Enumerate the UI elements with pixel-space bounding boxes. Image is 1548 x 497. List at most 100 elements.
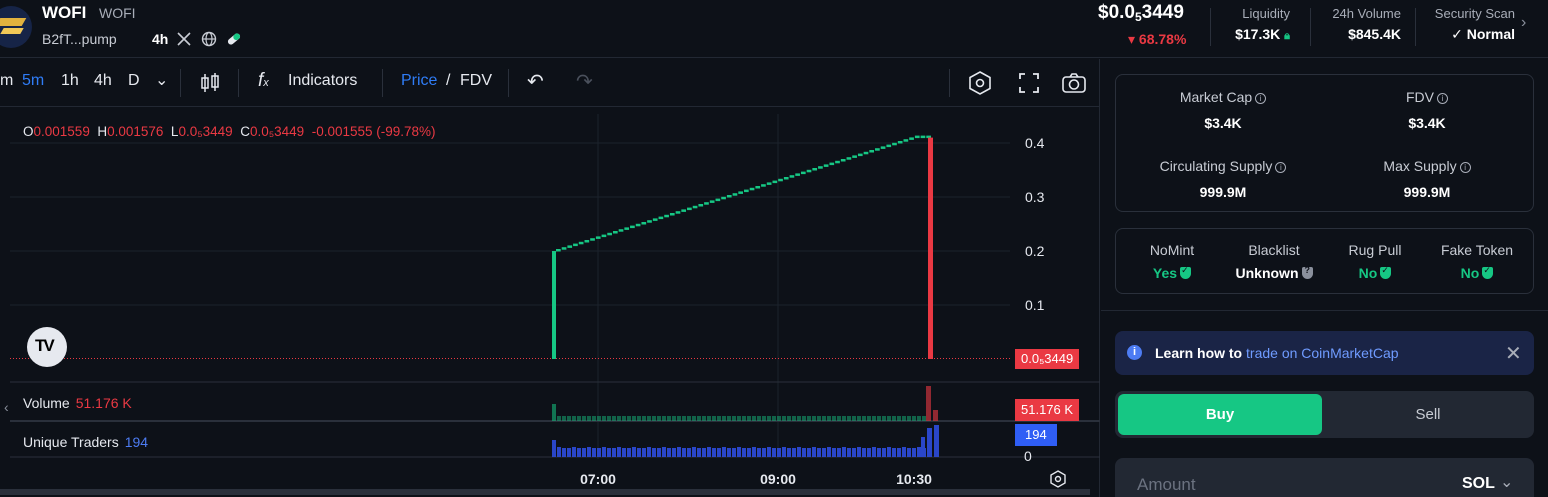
info-icon[interactable]: i bbox=[1459, 162, 1471, 173]
token-address[interactable]: B2fT...pump bbox=[42, 31, 117, 47]
candle-bar bbox=[897, 141, 903, 144]
chevron-down-icon[interactable]: ⌄ bbox=[1500, 472, 1513, 492]
website-globe-icon[interactable] bbox=[201, 31, 217, 47]
traders-bar bbox=[812, 447, 816, 457]
candle-bar bbox=[607, 232, 612, 236]
learn-link[interactable]: trade on CoinMarketCap bbox=[1246, 345, 1399, 361]
volume-bar bbox=[552, 404, 556, 421]
amount-field[interactable]: Amount SOL ⌄ bbox=[1115, 458, 1534, 497]
info-icon[interactable]: i bbox=[1255, 93, 1267, 104]
amount-placeholder: Amount bbox=[1137, 475, 1196, 494]
candle-bar bbox=[928, 137, 933, 359]
close-icon[interactable]: ✕ bbox=[1505, 341, 1522, 366]
candle-bar bbox=[857, 153, 863, 157]
traders-bar bbox=[762, 448, 766, 457]
traders-bar bbox=[872, 447, 876, 457]
volume-bar bbox=[926, 386, 931, 421]
candle-bar bbox=[761, 184, 766, 187]
volume-bar bbox=[772, 416, 776, 421]
price-change: ▾ 68.78% bbox=[1128, 31, 1187, 47]
camera-icon[interactable] bbox=[1060, 69, 1088, 97]
trade-tabs: Buy Sell bbox=[1115, 391, 1534, 438]
interval-4h[interactable]: 4h bbox=[94, 72, 112, 90]
rug-pull-label: Rug Pull bbox=[1348, 242, 1402, 258]
traders-bar bbox=[667, 448, 671, 457]
traders-bar bbox=[602, 447, 606, 457]
volume-bar bbox=[647, 416, 651, 421]
candle-bar bbox=[552, 251, 556, 359]
volume-bar bbox=[567, 416, 571, 421]
interval-d[interactable]: D bbox=[128, 72, 140, 90]
candle-bar bbox=[846, 157, 852, 160]
candle-bar bbox=[903, 139, 909, 142]
currency-select[interactable]: SOL bbox=[1462, 475, 1495, 493]
blacklist-label: Blacklist bbox=[1248, 242, 1300, 258]
candle-bar bbox=[920, 135, 926, 139]
token-age: 4h bbox=[152, 31, 169, 47]
info-icon[interactable]: i bbox=[1437, 93, 1448, 104]
chart-scrollbar[interactable] bbox=[0, 489, 1090, 495]
traders-bar bbox=[897, 448, 901, 457]
tradingview-logo[interactable]: TV bbox=[27, 327, 67, 367]
sell-button[interactable]: Sell bbox=[1325, 394, 1531, 435]
price-toggle[interactable]: Price bbox=[401, 72, 437, 90]
candle-bar bbox=[875, 148, 880, 151]
candlestick-icon[interactable] bbox=[196, 69, 224, 97]
fullscreen-icon[interactable] bbox=[1015, 69, 1043, 97]
volume-bar bbox=[587, 416, 591, 421]
chart-panel: m 5m 1h 4h D ⌄ fx Indicators Price / FDV… bbox=[0, 59, 1100, 497]
candle-bar bbox=[892, 142, 897, 146]
chevron-down-icon[interactable]: ⌄ bbox=[155, 70, 168, 90]
candle-bar bbox=[612, 231, 618, 234]
traders-bar bbox=[922, 448, 926, 457]
settings-hexagon-icon[interactable] bbox=[966, 69, 994, 97]
traders-bar bbox=[717, 448, 721, 457]
fdv-toggle[interactable]: FDV bbox=[460, 72, 492, 90]
traders-bar bbox=[622, 448, 626, 457]
traders-bar bbox=[577, 448, 581, 457]
interval-1m[interactable]: m bbox=[0, 72, 13, 90]
candle-bar bbox=[909, 137, 914, 140]
pill-icon[interactable] bbox=[226, 31, 242, 47]
traders-bar bbox=[934, 425, 939, 457]
volume-bar bbox=[777, 416, 781, 421]
undo-icon[interactable]: ↶ bbox=[527, 69, 544, 94]
traders-bar bbox=[642, 448, 646, 457]
volume-bar bbox=[797, 416, 801, 421]
chevron-right-icon[interactable]: › bbox=[1521, 14, 1526, 32]
candle-bar bbox=[687, 207, 692, 211]
fx-icon[interactable]: fx bbox=[258, 70, 269, 92]
traders-bar bbox=[712, 448, 716, 457]
interval-5m[interactable]: 5m bbox=[22, 72, 44, 90]
volume-bar bbox=[747, 416, 751, 421]
volume-badge: 51.176 K bbox=[1015, 399, 1080, 421]
candle-bar bbox=[806, 169, 812, 173]
volume-bar bbox=[717, 416, 721, 421]
traders-bar bbox=[742, 448, 746, 457]
info-icon[interactable]: i bbox=[1275, 162, 1287, 173]
candle-bar bbox=[732, 193, 738, 196]
buy-button[interactable]: Buy bbox=[1118, 394, 1322, 435]
circulating-supply-label: Circulating Supply i bbox=[1123, 158, 1323, 174]
candle-bar bbox=[869, 150, 875, 153]
x-social-icon[interactable] bbox=[176, 31, 192, 47]
ohlc-legend: O0.001559 H0.001576 L0.0₅3449 C0.0₅3449 … bbox=[23, 124, 436, 139]
candle-bar bbox=[772, 180, 778, 184]
redo-icon[interactable]: ↷ bbox=[576, 69, 593, 94]
shield-question-icon bbox=[1301, 265, 1313, 279]
indicators-button[interactable]: Indicators bbox=[288, 72, 357, 90]
traders-bar bbox=[837, 448, 841, 457]
interval-1h[interactable]: 1h bbox=[61, 72, 79, 90]
candle-bar bbox=[766, 182, 772, 185]
candle-bar bbox=[789, 175, 795, 178]
traders-bar bbox=[892, 448, 896, 457]
volume-bar bbox=[597, 416, 601, 421]
y-axis-tick: 0.2 bbox=[1025, 243, 1045, 259]
volume-bar bbox=[922, 416, 926, 421]
candle-bar bbox=[721, 196, 726, 200]
collapse-left-icon[interactable]: ‹ bbox=[4, 399, 9, 415]
shield-check-icon bbox=[1380, 265, 1392, 279]
max-supply-value: 999.9M bbox=[1403, 184, 1451, 200]
security-scan-stat[interactable]: Security Scan ✓ Normal bbox=[1435, 6, 1515, 43]
traders-bar bbox=[822, 448, 826, 457]
